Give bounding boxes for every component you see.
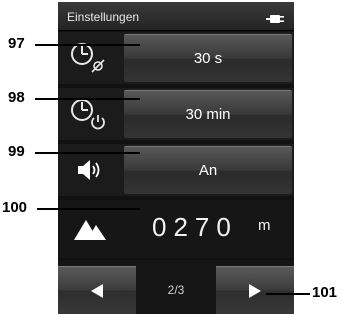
leader-line-98 — [35, 98, 140, 100]
triangle-right-icon — [249, 283, 261, 298]
timeout-button[interactable]: 30 s — [124, 34, 292, 82]
altitude-unit: m — [258, 217, 271, 234]
callout-100: 100 — [2, 199, 28, 216]
auto-off-row: 30 min — [58, 88, 294, 140]
callout-99: 99 — [8, 143, 25, 160]
device-screen: Einstellungen 30 s 30 min An 0270 m 2/3 — [58, 2, 294, 314]
leader-line-101 — [266, 293, 310, 295]
callout-101: 101 — [312, 284, 338, 301]
next-page-button[interactable] — [216, 266, 294, 314]
callout-98: 98 — [8, 89, 25, 106]
page-title: Einstellungen — [67, 10, 140, 24]
callout-97: 97 — [8, 35, 25, 52]
leader-line-99 — [35, 152, 140, 154]
altitude-value: 0270 — [152, 212, 238, 242]
previous-page-button[interactable] — [58, 266, 136, 314]
battery-plug-icon — [266, 11, 284, 23]
leader-line-97 — [35, 44, 140, 46]
display-timeout-icon — [58, 32, 122, 84]
power-off-timer-icon — [58, 88, 122, 140]
page-indicator: 2/3 — [167, 283, 185, 297]
leader-line-100 — [37, 208, 140, 210]
auto-off-button[interactable]: 30 min — [124, 90, 292, 138]
timeout-row: 30 s — [58, 32, 294, 84]
sound-button[interactable]: An — [124, 146, 292, 194]
triangle-left-icon — [91, 283, 103, 298]
footer-nav: 2/3 — [58, 260, 294, 314]
title-bar: Einstellungen — [58, 2, 294, 31]
